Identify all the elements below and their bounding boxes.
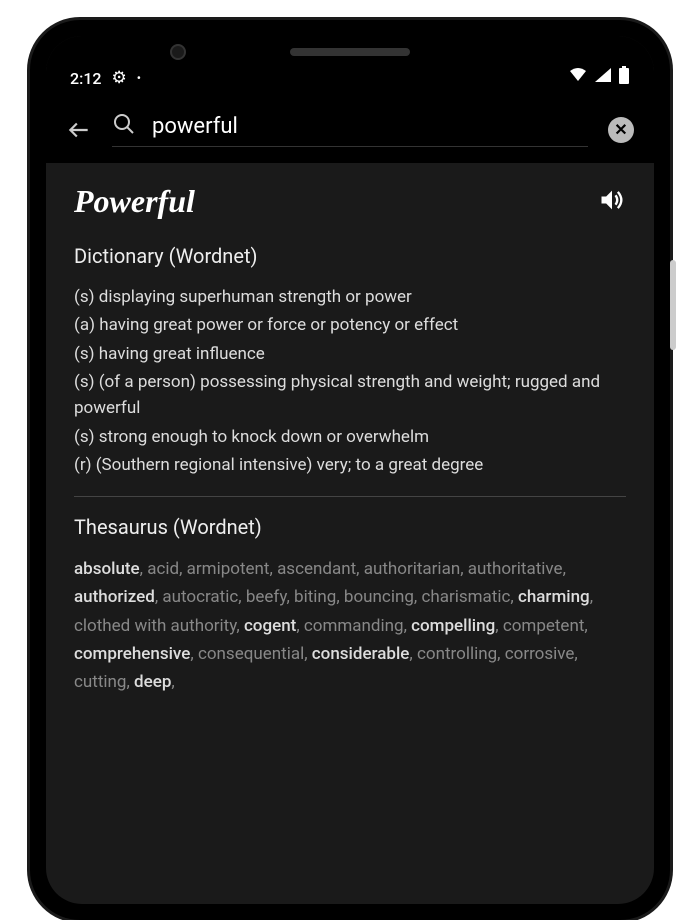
back-button[interactable] bbox=[66, 117, 92, 143]
thesaurus-word[interactable]: considerable bbox=[312, 644, 410, 664]
thesaurus-word[interactable]: autocratic bbox=[162, 587, 238, 607]
status-dot: • bbox=[137, 71, 141, 85]
separator: , bbox=[497, 644, 505, 664]
divider bbox=[74, 496, 626, 497]
thesaurus-word[interactable]: cutting bbox=[74, 672, 126, 692]
definition-item: (a) having great power or force or poten… bbox=[74, 312, 626, 338]
separator: , bbox=[270, 559, 278, 579]
separator: , bbox=[286, 587, 294, 607]
thesaurus-word[interactable]: ascendant bbox=[277, 559, 356, 579]
phone-frame: 2:12 ⚙ • bbox=[30, 20, 670, 920]
definition-item: (s) having great influence bbox=[74, 341, 626, 367]
thesaurus-word[interactable]: comprehensive bbox=[74, 644, 190, 664]
thesaurus-word[interactable]: controlling bbox=[417, 644, 497, 664]
separator: , bbox=[238, 587, 246, 607]
phone-speaker-notch bbox=[290, 48, 410, 56]
separator: , bbox=[574, 644, 577, 664]
status-right bbox=[568, 66, 630, 88]
phone-camera bbox=[170, 44, 186, 60]
thesaurus-word[interactable]: authorized bbox=[74, 587, 155, 607]
separator: , bbox=[179, 559, 187, 579]
separator: , bbox=[126, 672, 134, 692]
status-bar: 2:12 ⚙ • bbox=[46, 36, 654, 96]
battery-icon bbox=[618, 66, 630, 88]
thesaurus-word[interactable]: charming bbox=[518, 587, 590, 607]
separator: , bbox=[590, 587, 593, 607]
search-icon bbox=[112, 112, 136, 140]
separator: , bbox=[236, 616, 244, 636]
thesaurus-word[interactable]: armipotent bbox=[187, 559, 270, 579]
thesaurus-word[interactable]: consequential bbox=[198, 644, 304, 664]
search-input[interactable] bbox=[152, 114, 588, 139]
signal-icon bbox=[594, 67, 612, 87]
phone-screen: 2:12 ⚙ • bbox=[46, 36, 654, 904]
thesaurus-word[interactable]: bouncing bbox=[344, 587, 414, 607]
thesaurus-list: absolute, acid, armipotent, ascendant, a… bbox=[74, 555, 626, 695]
separator: , bbox=[336, 587, 344, 607]
separator: , bbox=[584, 616, 587, 636]
thesaurus-word[interactable]: deep bbox=[134, 672, 171, 692]
thesaurus-word[interactable]: cogent bbox=[244, 616, 296, 636]
thesaurus-word[interactable]: competent bbox=[503, 616, 585, 636]
thesaurus-word[interactable]: beefy bbox=[246, 587, 287, 607]
thesaurus-word[interactable]: authoritative bbox=[468, 559, 563, 579]
definition-item: (s) strong enough to knock down or overw… bbox=[74, 424, 626, 450]
definition-item: (r) (Southern regional intensive) very; … bbox=[74, 452, 626, 478]
thesaurus-word[interactable]: absolute bbox=[74, 559, 140, 579]
wifi-icon bbox=[568, 67, 588, 87]
speaker-button[interactable] bbox=[598, 186, 626, 218]
separator: , bbox=[510, 587, 518, 607]
thesaurus-word[interactable]: corrosive bbox=[505, 644, 575, 664]
word-title: Powerful bbox=[74, 183, 195, 220]
definition-item: (s) (of a person) possessing physical st… bbox=[74, 369, 626, 422]
phone-side-button bbox=[670, 260, 676, 350]
thesaurus-word[interactable]: charismatic bbox=[421, 587, 510, 607]
status-left: 2:12 ⚙ • bbox=[70, 68, 141, 88]
thesaurus-word[interactable]: authoritarian bbox=[364, 559, 460, 579]
thesaurus-word[interactable]: compelling bbox=[411, 616, 495, 636]
close-icon: ✕ bbox=[614, 120, 627, 139]
separator: , bbox=[296, 616, 304, 636]
separator: , bbox=[563, 559, 566, 579]
separator: , bbox=[409, 644, 417, 664]
clear-button[interactable]: ✕ bbox=[608, 117, 634, 143]
separator: , bbox=[304, 644, 312, 664]
thesaurus-heading: Thesaurus (Wordnet) bbox=[74, 515, 626, 539]
thesaurus-word[interactable]: commanding bbox=[304, 616, 404, 636]
status-time: 2:12 bbox=[70, 69, 102, 88]
thesaurus-word[interactable]: clothed with authority bbox=[74, 616, 236, 636]
definition-list: (s) displaying superhuman strength or po… bbox=[74, 284, 626, 478]
definition-item: (s) displaying superhuman strength or po… bbox=[74, 284, 626, 310]
search-bar: ✕ bbox=[46, 96, 654, 163]
gear-icon: ⚙ bbox=[112, 68, 127, 88]
thesaurus-word[interactable]: biting bbox=[294, 587, 336, 607]
content-area: Powerful Dictionary (Wordnet) (s) displa… bbox=[46, 163, 654, 716]
thesaurus-word[interactable]: acid bbox=[147, 559, 179, 579]
separator: , bbox=[356, 559, 364, 579]
dictionary-heading: Dictionary (Wordnet) bbox=[74, 244, 626, 268]
separator: , bbox=[495, 616, 503, 636]
separator: , bbox=[460, 559, 468, 579]
title-row: Powerful bbox=[74, 183, 626, 220]
separator: , bbox=[190, 644, 198, 664]
search-input-wrap bbox=[112, 112, 588, 147]
